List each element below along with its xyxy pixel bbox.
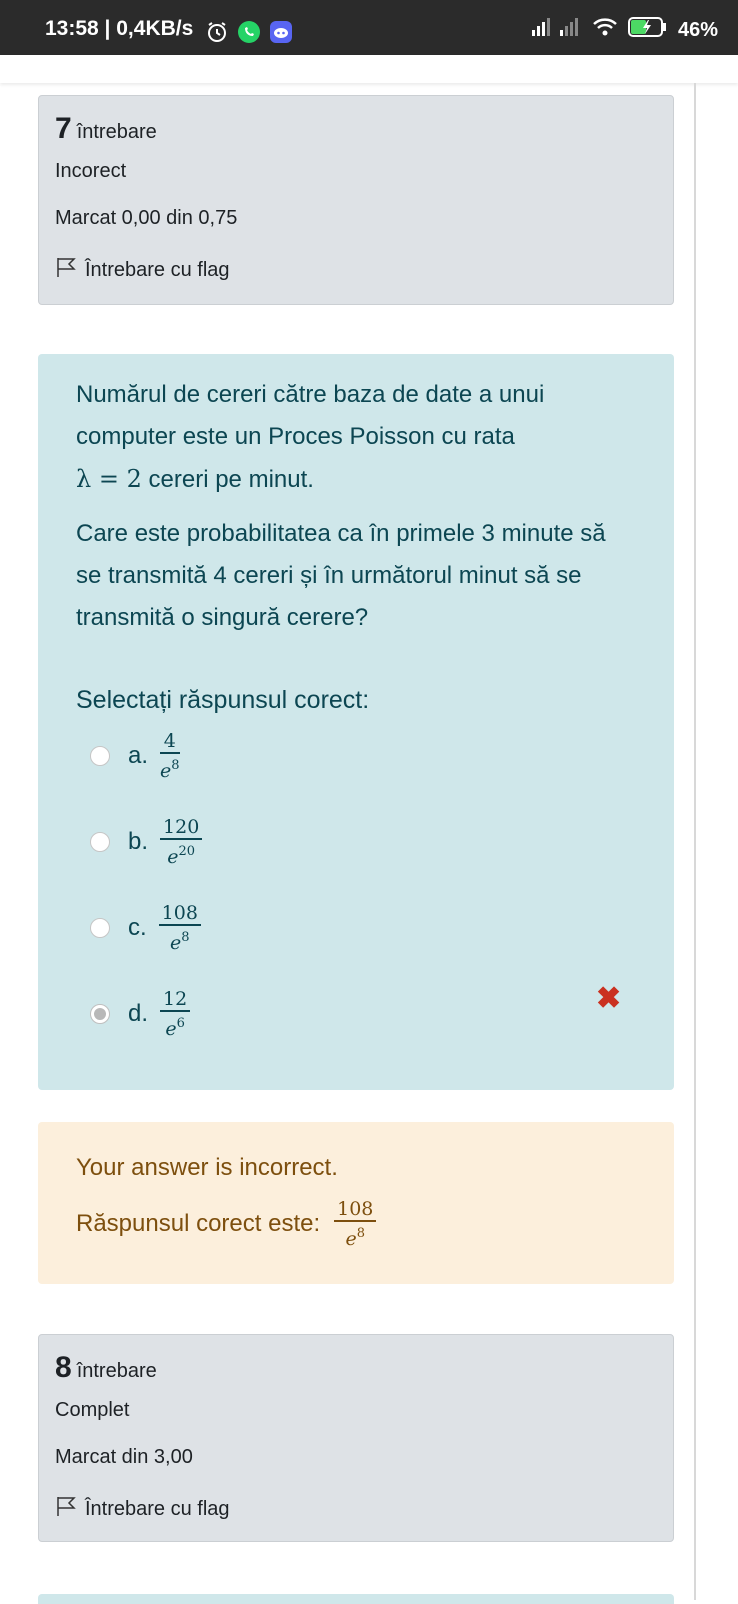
signal-icon xyxy=(530,16,582,44)
battery-percent: 46% xyxy=(677,18,718,41)
correct-answer-fraction: 108 e8 xyxy=(334,1198,377,1251)
top-bar xyxy=(0,55,738,83)
discord-icon xyxy=(269,20,293,49)
answer-feedback: Your answer is incorrect. Răspunsul core… xyxy=(38,1122,674,1284)
answer-prompt: Selectați răspunsul corect: xyxy=(76,686,370,714)
radio-d-selected[interactable] xyxy=(90,1004,110,1025)
wifi-icon xyxy=(592,16,618,44)
feedback-correct-answer: Răspunsul corect este: 108 e8 xyxy=(76,1198,377,1251)
status-bar: 13:58 | 0,4KB/s 46% xyxy=(0,0,738,55)
scroll-divider xyxy=(694,83,696,1600)
question-mark: Marcat din 3,00 xyxy=(55,1446,193,1468)
battery-icon xyxy=(627,16,668,44)
question-number: 8 întrebare xyxy=(55,1351,157,1384)
question-number: 7 întrebare xyxy=(55,112,157,145)
option-b[interactable]: b. 120 e20 xyxy=(90,816,203,869)
status-time: 13:58 | 0,4KB/s xyxy=(45,17,194,40)
next-question-content xyxy=(38,1594,674,1604)
option-d-fraction: 12 e6 xyxy=(160,988,191,1041)
feedback-incorrect: Your answer is incorrect. xyxy=(76,1154,338,1181)
question-7-content: Numărul de cereri către baza de date a u… xyxy=(38,354,674,1090)
question-text: Numărul de cereri către baza de date a u… xyxy=(76,381,545,493)
flag-question-button[interactable]: Întrebare cu flag xyxy=(55,1495,657,1523)
option-c[interactable]: c. 108 e8 xyxy=(90,902,201,955)
option-d[interactable]: d. 12 e6 xyxy=(90,988,191,1041)
question-7-info: 7 întrebare Incorect Marcat 0,00 din 0,75… xyxy=(38,95,674,305)
radio-c[interactable] xyxy=(90,918,110,939)
flag-icon xyxy=(55,1495,77,1523)
alarm-icon xyxy=(205,20,229,49)
question-text-2: Care este probabilitatea ca în primele 3… xyxy=(76,520,606,631)
option-b-fraction: 120 e20 xyxy=(160,816,203,869)
option-a[interactable]: a. 4 e8 xyxy=(90,730,180,783)
option-a-fraction: 4 e8 xyxy=(160,730,180,782)
radio-b[interactable] xyxy=(90,832,110,853)
question-8-info: 8 întrebare Complet Marcat din 3,00 Între… xyxy=(38,1334,674,1542)
whatsapp-icon xyxy=(237,20,261,49)
question-mark: Marcat 0,00 din 0,75 xyxy=(55,207,238,229)
flag-question-button[interactable]: Întrebare cu flag xyxy=(55,256,657,284)
flag-label: Întrebare cu flag xyxy=(85,1497,230,1520)
option-c-fraction: 108 e8 xyxy=(158,902,201,955)
flag-icon xyxy=(55,256,77,284)
question-state: Incorect xyxy=(55,160,127,182)
math-lambda: λ = 2 xyxy=(76,465,142,493)
radio-a[interactable] xyxy=(90,746,110,767)
flag-label: Întrebare cu flag xyxy=(85,258,230,281)
question-state: Complet xyxy=(55,1399,130,1421)
incorrect-icon: ✖ xyxy=(596,982,622,1015)
